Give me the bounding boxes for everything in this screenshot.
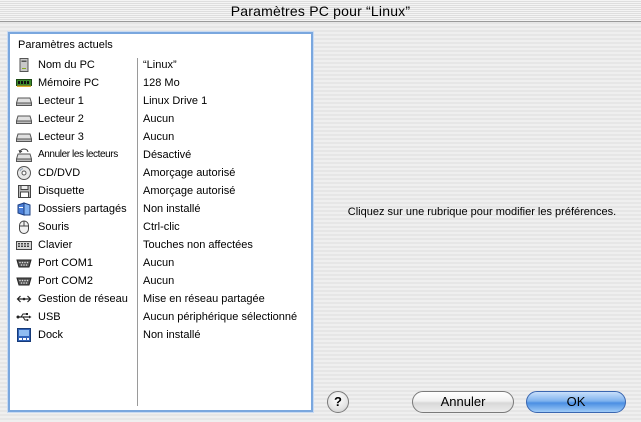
serial-port-icon (16, 256, 32, 270)
keyboard-icon (16, 238, 32, 252)
settings-row-com1[interactable]: Port COM1 Aucun (10, 254, 311, 272)
settings-row-shared-folders[interactable]: Dossiers partagés Non installé (10, 200, 311, 218)
settings-row-value: 128 Mo (143, 77, 180, 89)
settings-row-usb[interactable]: USB Aucun périphérique sélectionné (10, 308, 311, 326)
settings-row-label: Disquette (38, 185, 85, 197)
floppy-icon (16, 184, 32, 198)
settings-row-label: CD/DVD (38, 167, 81, 179)
settings-list-header: Paramètres actuels (18, 39, 113, 51)
settings-row-cd-dvd[interactable]: CD/DVD Amorçage autorisé (10, 164, 311, 182)
settings-row-value: Désactivé (143, 149, 192, 161)
settings-row-floppy[interactable]: Disquette Amorçage autorisé (10, 182, 311, 200)
settings-row-value: Non installé (143, 203, 201, 215)
drive-icon (16, 112, 32, 126)
settings-row-value: Aucun (143, 131, 175, 143)
settings-row-label: Dock (38, 329, 64, 341)
settings-row-pc-name[interactable]: Nom du PC “Linux” (10, 56, 311, 74)
memory-chip-icon (16, 76, 32, 90)
undo-drives-icon (16, 148, 32, 162)
settings-row-label: Port COM2 (38, 275, 94, 287)
usb-icon (16, 310, 32, 324)
settings-row-drive-3[interactable]: Lecteur 3 Aucun (10, 128, 311, 146)
settings-row-value: Amorçage autorisé (143, 167, 236, 179)
settings-row-undo-drives[interactable]: Annuler les lecteurs Désactivé (10, 146, 311, 164)
settings-row-memory[interactable]: Mémoire PC 128 Mo (10, 74, 311, 92)
settings-row-keyboard[interactable]: Clavier Touches non affectées (10, 236, 311, 254)
settings-row-label: Clavier (38, 239, 73, 251)
settings-row-drive-1[interactable]: Lecteur 1 Linux Drive 1 (10, 92, 311, 110)
pc-tower-icon (16, 58, 32, 72)
help-button[interactable]: ? (327, 391, 349, 413)
settings-row-value: Non installé (143, 329, 201, 341)
settings-row-value: Touches non affectées (143, 239, 253, 251)
settings-row-label: Mémoire PC (38, 77, 100, 89)
settings-list: Nom du PC “Linux” Mémoire PC 128 Mo Lect… (10, 56, 311, 344)
settings-row-value: “Linux” (143, 59, 177, 71)
settings-row-label: Nom du PC (38, 59, 95, 71)
settings-row-mouse[interactable]: Souris Ctrl-clic (10, 218, 311, 236)
network-icon (16, 292, 32, 306)
cancel-button[interactable]: Annuler (412, 391, 514, 413)
cd-icon (16, 166, 32, 180)
window-title: Paramètres PC pour “Linux” (0, 0, 641, 22)
settings-row-label: Gestion de réseau (38, 293, 128, 305)
settings-row-com2[interactable]: Port COM2 Aucun (10, 272, 311, 290)
settings-row-value: Ctrl-clic (143, 221, 180, 233)
settings-row-dock[interactable]: Dock Non installé (10, 326, 311, 344)
serial-port-icon (16, 274, 32, 288)
settings-list-panel: Paramètres actuels Nom du PC “Linux” Mém… (8, 32, 313, 412)
shared-folder-icon (16, 202, 32, 216)
settings-row-value: Linux Drive 1 (143, 95, 208, 107)
settings-row-value: Aucun (143, 257, 175, 269)
settings-row-label: Annuler les lecteurs (38, 149, 118, 160)
hint-text: Cliquez sur une rubrique pour modifier l… (347, 206, 617, 218)
settings-row-drive-2[interactable]: Lecteur 2 Aucun (10, 110, 311, 128)
settings-row-label: Lecteur 2 (38, 113, 84, 125)
ok-button[interactable]: OK (526, 391, 626, 413)
settings-row-networking[interactable]: Gestion de réseau Mise en réseau partagé… (10, 290, 311, 308)
settings-row-label: USB (38, 311, 61, 323)
settings-row-value: Aucun (143, 275, 175, 287)
drive-icon (16, 94, 32, 108)
settings-row-label: Lecteur 1 (38, 95, 84, 107)
settings-row-label: Souris (38, 221, 70, 233)
settings-row-label: Lecteur 3 (38, 131, 84, 143)
settings-row-value: Aucun périphérique sélectionné (143, 311, 298, 323)
settings-row-label: Port COM1 (38, 257, 94, 269)
mouse-icon (16, 220, 32, 234)
settings-row-value: Mise en réseau partagée (143, 293, 265, 305)
dock-icon (16, 328, 32, 342)
settings-row-value: Amorçage autorisé (143, 185, 236, 197)
settings-row-value: Aucun (143, 113, 175, 125)
drive-icon (16, 130, 32, 144)
settings-row-label: Dossiers partagés (38, 203, 127, 215)
